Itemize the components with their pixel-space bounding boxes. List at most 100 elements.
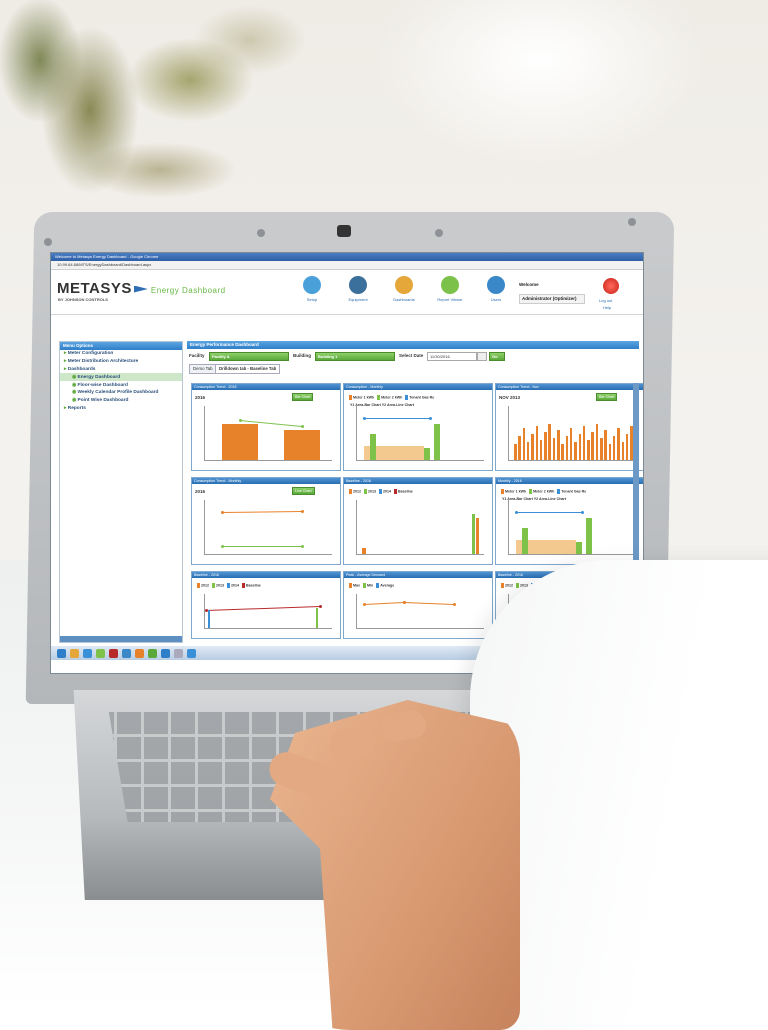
chart-bar: [625, 434, 629, 460]
y-axis: [356, 594, 357, 628]
user-select[interactable]: Administrator (Optimizer): [519, 294, 585, 304]
y-axis: [508, 406, 509, 460]
chart-bar: [595, 424, 599, 460]
taskbar-app-icon[interactable]: [57, 648, 66, 658]
legend-swatch: [501, 583, 504, 588]
go-button[interactable]: Go: [489, 352, 505, 361]
sidebar-menu: ▸ Meter Configuration ▸ Meter Distributio…: [60, 350, 182, 412]
legend-swatch: [349, 583, 352, 588]
chart-type-select[interactable]: Bar Chart: [292, 393, 314, 401]
chart-legend: Meter 1 kWh Meter 2 kWh Tenant Gas Re: [498, 489, 586, 494]
chart-panel: Baseline - 2016201220132014Baseline: [343, 477, 493, 565]
y-axis: [204, 500, 205, 554]
x-axis: [204, 628, 332, 629]
chart-type-select[interactable]: Line Chart: [292, 487, 315, 495]
y-axis: [508, 500, 509, 554]
sidebar-item-floor-wise-dashboard[interactable]: ◉ Floor-wise Dashboard: [60, 381, 182, 389]
x-axis: [204, 460, 332, 461]
taskbar-app-icon[interactable]: [148, 648, 157, 658]
chart-bar: [526, 442, 530, 460]
taskbar-app-icon[interactable]: [174, 648, 183, 658]
facility-select[interactable]: Facility A: [209, 352, 289, 361]
chart-panel-body: Max Min Average: [344, 578, 492, 637]
sidebar-item-label: Energy Dashboard: [77, 374, 121, 380]
taskbar-app-icon[interactable]: [161, 648, 170, 658]
chart-bar: [284, 430, 320, 460]
logout-power-icon[interactable]: [603, 278, 619, 294]
taskbar-app-icon[interactable]: [96, 648, 105, 658]
chart-point: [452, 602, 456, 606]
sidebar-item-meter-distribution-architecture[interactable]: ▸ Meter Distribution Architecture: [60, 358, 182, 366]
chart-point: [318, 604, 322, 608]
legend-label: 2013: [216, 583, 224, 588]
legend-swatch: [363, 583, 366, 588]
nav-item-dashboards[interactable]: Dashboards: [389, 276, 419, 302]
chart-point: [514, 510, 518, 514]
series-line: [222, 511, 303, 514]
tab-demo[interactable]: Demo Tab: [189, 364, 217, 374]
legend-label: 2014: [383, 489, 391, 494]
taskbar-app-icon[interactable]: [187, 648, 196, 658]
chart-type-select[interactable]: Bar Chart: [596, 393, 618, 401]
x-axis: [204, 554, 332, 555]
x-axis: [508, 554, 636, 555]
nav-item-equipment[interactable]: Equipment: [343, 276, 373, 302]
taskbar-app-icon[interactable]: [83, 648, 92, 658]
legend-swatch: [529, 489, 533, 494]
legend-label: Meter 2 kWh: [533, 489, 555, 494]
filter-bar: Facility Facility A Building Building 1 …: [187, 349, 639, 363]
chart-bar: [608, 444, 612, 460]
legend-label: 2012: [505, 583, 513, 588]
user-icon: [487, 276, 505, 294]
sidebar-item-meter-configuration[interactable]: ▸ Meter Configuration: [60, 350, 182, 358]
chart-panel: Peak - Average Demand Max Min Average: [343, 571, 493, 639]
date-input[interactable]: 11/30/2016: [427, 352, 477, 361]
sidebar-item-energy-dashboard[interactable]: ◉ Energy Dashboard: [60, 373, 182, 382]
tab-drilldown-baseline[interactable]: Drilldown tab - Baseline Tab: [215, 364, 281, 374]
chart-bar: [222, 424, 258, 460]
lid-screw: [435, 229, 443, 237]
chart-bar: [518, 436, 521, 460]
sidebar-item-weekly-calendar-profile-dashboard[interactable]: ◉ Weekly Calendar Profile Dashboard: [60, 389, 182, 397]
taskbar-app-icon[interactable]: [70, 648, 79, 658]
nav-item-users[interactable]: Users: [481, 276, 511, 302]
sidebar-item-label: Point Wise Dashboard: [77, 398, 129, 404]
building-select[interactable]: Building 1: [315, 352, 395, 361]
calendar-icon[interactable]: [477, 352, 487, 361]
sidebar-item-reports[interactable]: ▸ Reports: [60, 404, 182, 412]
chart-bar: [574, 442, 577, 460]
taskbar-app-icon[interactable]: [109, 648, 118, 658]
chart-bar: [424, 448, 430, 460]
logout-link[interactable]: Log out: [599, 298, 612, 303]
series-line: [206, 606, 321, 612]
sidebar-footer: [60, 636, 182, 642]
chart-point: [238, 418, 242, 422]
chart-bar: [514, 444, 517, 460]
chart-panel: Baseline - 2016201220132014Baseline: [191, 571, 341, 639]
chart-panel: Consumption - Monthly Meter 1 kWh Meter 2 …: [343, 383, 493, 471]
sidebar-item-dashboards[interactable]: ▸ Dashboards: [60, 366, 182, 374]
legend-swatch: [557, 489, 561, 494]
nav-label: Dashboards: [393, 297, 415, 302]
chart-subtitle: Y1 Area-Bar Chart Y2 Area-Line Chart: [350, 403, 414, 407]
scrollbar-thumb[interactable]: [633, 383, 639, 583]
equipment-icon: [349, 276, 367, 294]
chart-bar: [569, 428, 573, 460]
y-axis: [356, 406, 357, 460]
chart-bar: [535, 426, 539, 460]
sidebar-item-point-wise-dashboard[interactable]: ◉ Point Wise Dashboard: [60, 397, 182, 405]
chart-legend: Max Min Average: [346, 583, 394, 588]
tab-strip: Demo Tab Drilldown tab - Baseline Tab: [187, 363, 639, 374]
sidebar-title: Menu Options: [60, 342, 182, 350]
taskbar-app-icon[interactable]: [122, 648, 131, 658]
sidebar-item-label: Meter Distribution Architecture: [67, 359, 139, 365]
taskbar-app-icon[interactable]: [135, 648, 144, 658]
nav-item-setup[interactable]: Setup: [297, 276, 327, 302]
legend-label: Meter 2 kWh: [381, 395, 403, 400]
nav-label: Users: [490, 297, 502, 302]
help-link[interactable]: Help: [603, 305, 611, 310]
chart-panel: Monthly - 2016 Meter 1 kWh Meter 2 kWh Tena…: [495, 477, 643, 565]
nav-item-report-viewer[interactable]: Report Viewer: [435, 276, 465, 302]
legend-swatch: [516, 583, 519, 588]
address-bar[interactable]: 10.99.64.68/MTS/EnergyDashboard/Dashboar…: [51, 261, 643, 270]
